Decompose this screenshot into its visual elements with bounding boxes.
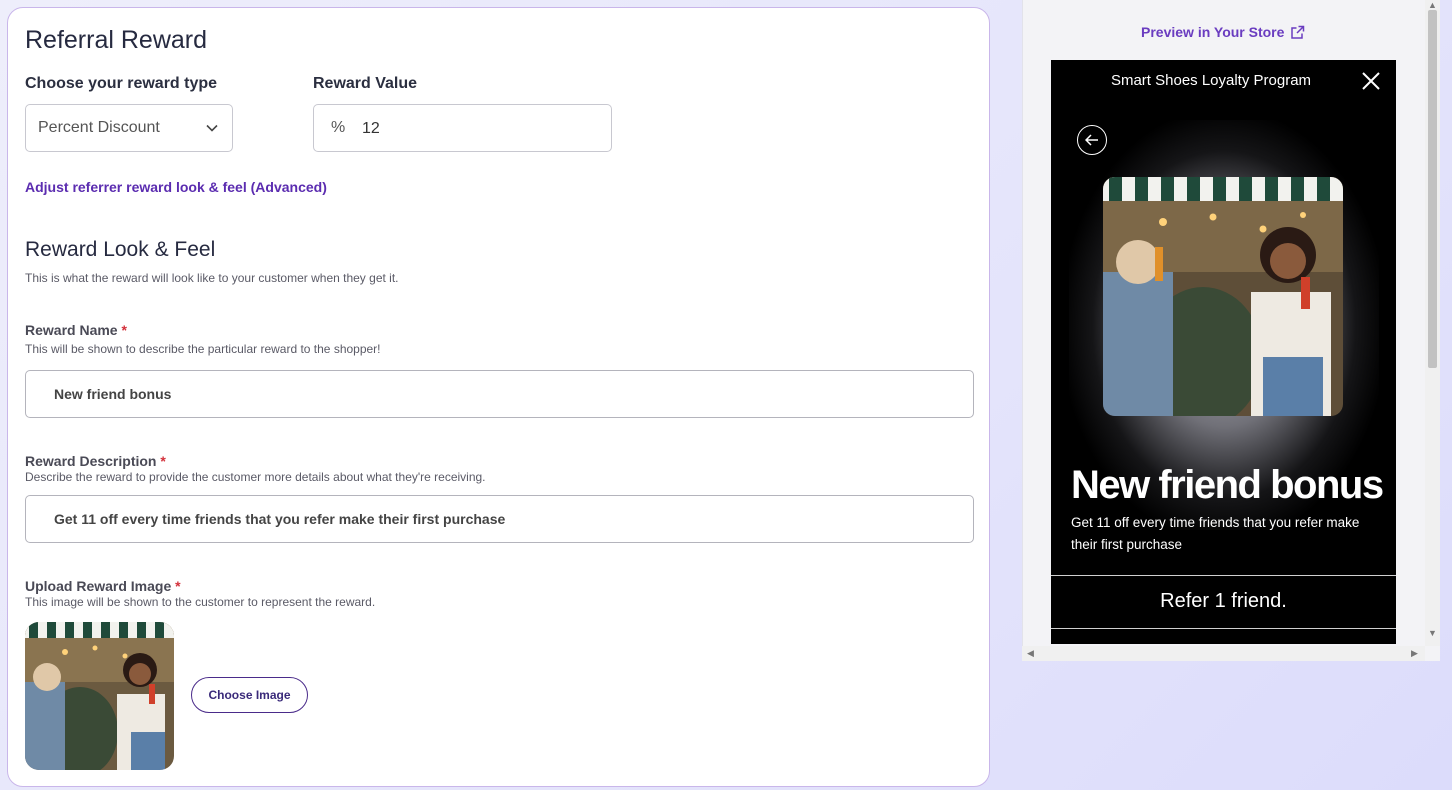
scrollbar-thumb[interactable] xyxy=(1428,10,1437,368)
preview-link-label: Preview in Your Store xyxy=(1141,24,1285,40)
look-feel-title: Reward Look & Feel xyxy=(25,238,216,261)
horizontal-scrollbar[interactable]: ◀ ▶ xyxy=(1022,646,1425,661)
scroll-left-icon[interactable]: ◀ xyxy=(1027,648,1034,659)
scroll-down-icon[interactable]: ▼ xyxy=(1428,628,1437,638)
reward-type-select[interactable]: Percent Discount xyxy=(25,104,233,152)
reward-preview-image xyxy=(1103,177,1343,416)
reward-name-label: Reward Name * xyxy=(25,322,127,338)
reward-type-label: Choose your reward type xyxy=(25,75,218,92)
preview-in-store-link[interactable]: Preview in Your Store xyxy=(1141,24,1305,40)
reward-description-input[interactable]: Get 11 off every time friends that you r… xyxy=(25,495,974,543)
divider xyxy=(1051,628,1396,629)
upload-image-label-text: Upload Reward Image xyxy=(25,578,172,594)
back-button[interactable] xyxy=(1077,125,1107,155)
preview-panel: Preview in Your Store Smart Shoes Loyalt… xyxy=(1022,0,1440,661)
reward-description-label: Reward Description * xyxy=(25,453,166,469)
reward-value-label: Reward Value xyxy=(313,75,418,92)
reward-name-input[interactable]: New friend bonus xyxy=(25,370,974,418)
refer-friend-text: Refer 1 friend. xyxy=(1160,590,1287,612)
advanced-look-feel-link[interactable]: Adjust referrer reward look & feel (Adva… xyxy=(25,179,327,195)
required-mark: * xyxy=(121,322,127,338)
look-feel-subtitle: This is what the reward will look like t… xyxy=(25,271,399,285)
vertical-scrollbar[interactable]: ▲ ▼ xyxy=(1425,0,1440,646)
required-mark: * xyxy=(175,578,181,594)
reward-type-value: Percent Discount xyxy=(38,119,160,136)
scroll-right-icon[interactable]: ▶ xyxy=(1411,648,1418,659)
required-mark: * xyxy=(160,453,166,469)
close-icon[interactable] xyxy=(1362,72,1380,90)
external-link-icon xyxy=(1291,25,1305,39)
reward-name-label-text: Reward Name xyxy=(25,322,118,338)
reward-image-thumbnail xyxy=(25,622,174,770)
reward-name-help: This will be shown to describe the parti… xyxy=(25,342,381,356)
choose-image-button[interactable]: Choose Image xyxy=(191,677,308,713)
back-arrow-icon xyxy=(1085,134,1098,146)
page-title: Referral Reward xyxy=(25,26,208,54)
reward-description-help: Describe the reward to provide the custo… xyxy=(25,470,486,484)
referral-reward-card: Referral Reward Choose your reward type … xyxy=(7,7,990,787)
chevron-down-icon xyxy=(206,124,218,132)
reward-value-field: % xyxy=(313,104,612,152)
percent-prefix: % xyxy=(331,119,346,136)
scroll-up-icon[interactable]: ▲ xyxy=(1428,0,1437,10)
reward-description-label-text: Reward Description xyxy=(25,453,157,469)
store-preview-modal: Smart Shoes Loyalty Program New friend b… xyxy=(1051,60,1396,644)
preview-headline: New friend bonus xyxy=(1071,463,1384,507)
reward-name-value: New friend bonus xyxy=(54,386,172,402)
preview-description: Get 11 off every time friends that you r… xyxy=(1071,515,1360,552)
program-title: Smart Shoes Loyalty Program xyxy=(1110,72,1312,89)
reward-value-input[interactable] xyxy=(362,117,592,141)
upload-image-help: This image will be shown to the customer… xyxy=(25,595,376,609)
upload-image-label: Upload Reward Image * xyxy=(25,578,181,594)
reward-description-value: Get 11 off every time friends that you r… xyxy=(54,511,506,527)
divider xyxy=(1051,575,1396,576)
